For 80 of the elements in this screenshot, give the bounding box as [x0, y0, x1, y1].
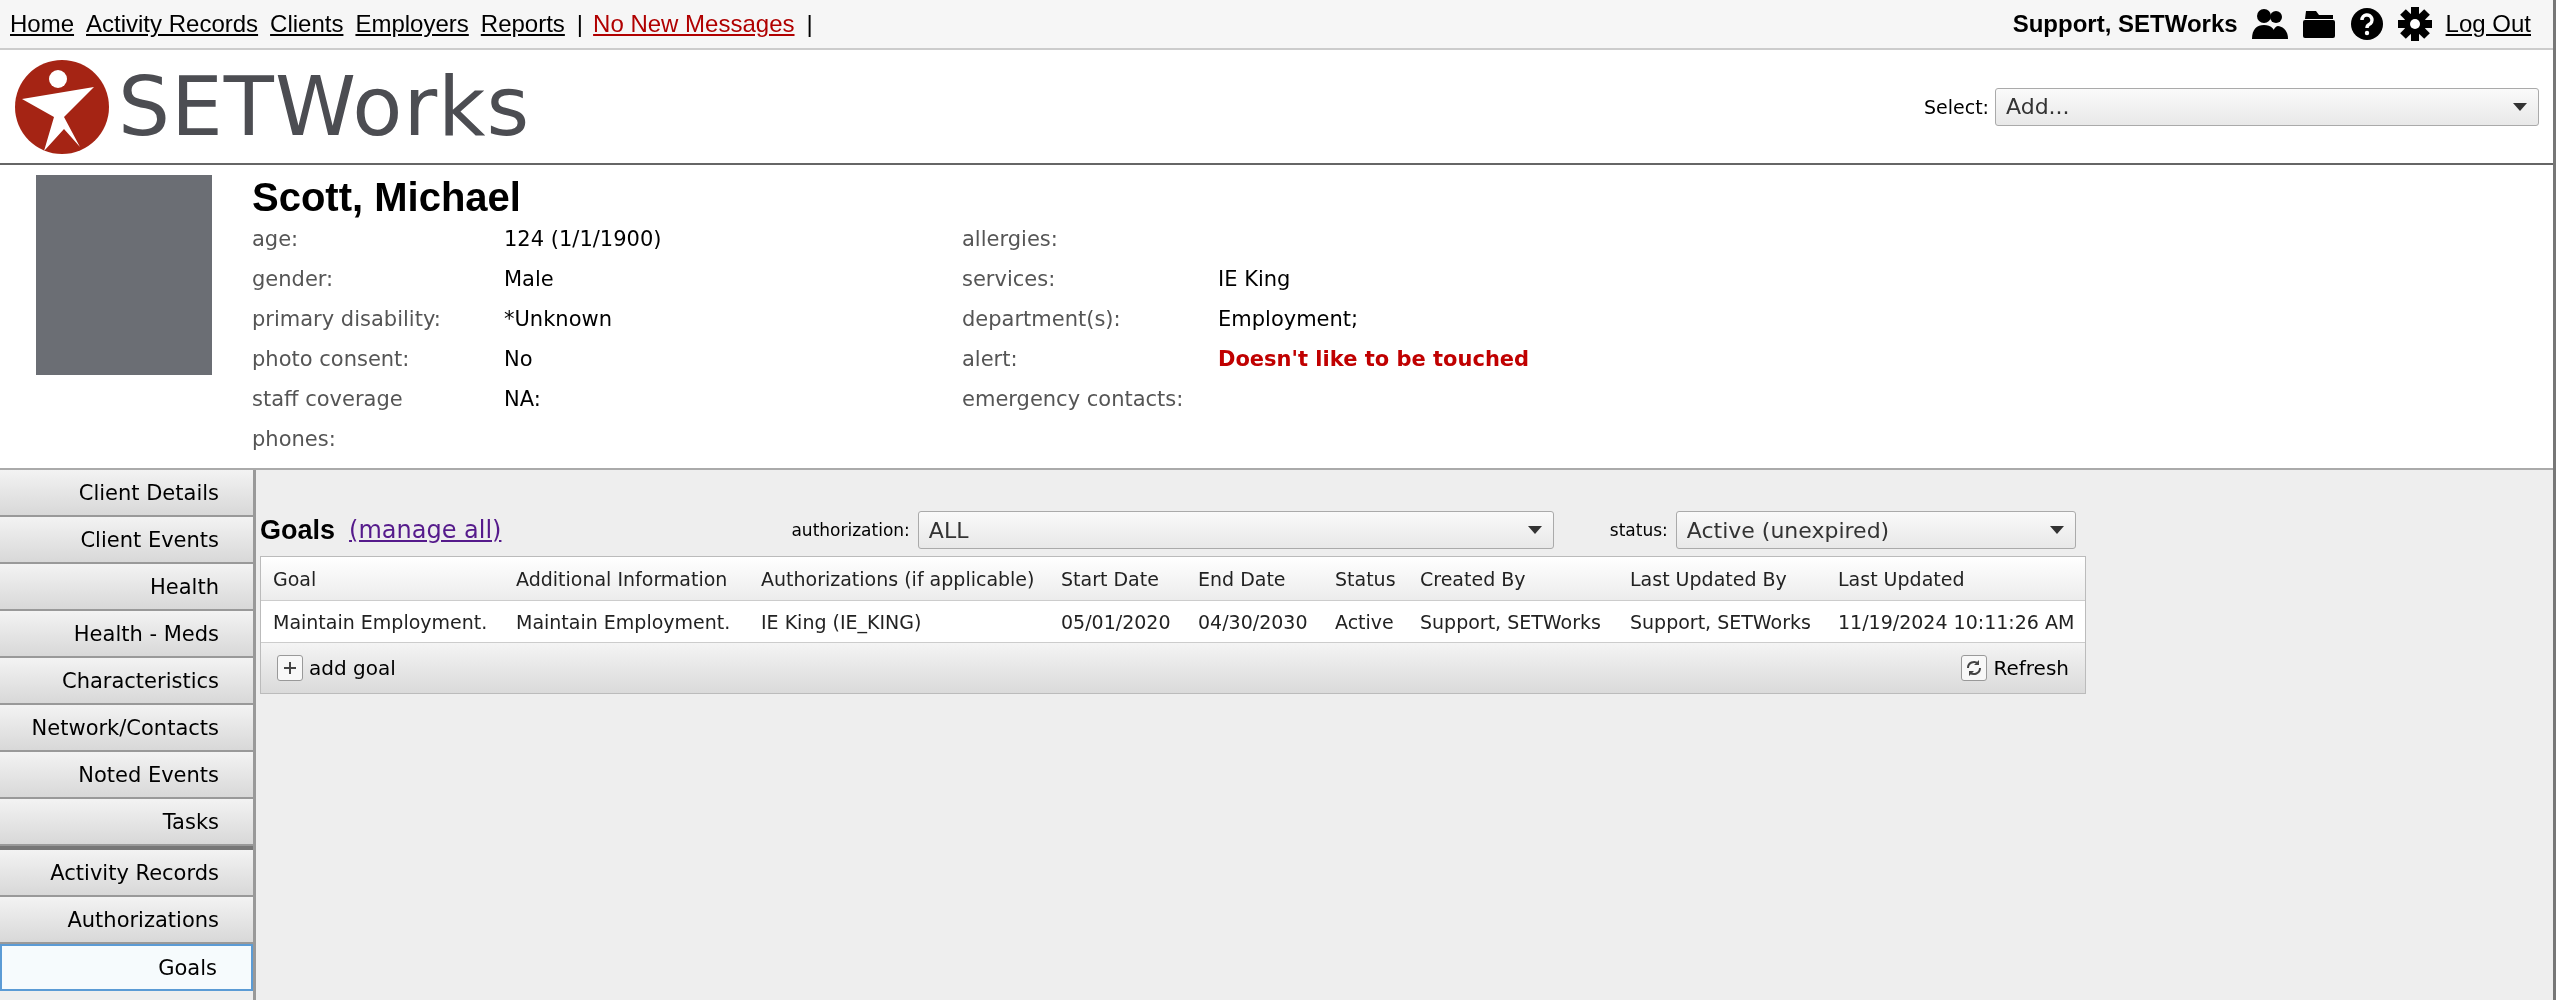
sidebar-tab[interactable]: Goals	[0, 944, 253, 991]
table-cell-text: IE King (IE_KING)	[761, 610, 923, 633]
separator-text: |	[806, 10, 813, 38]
table-cell-text: Maintain Employment.	[516, 610, 732, 633]
sidebar-tab[interactable]: Activity Records	[0, 850, 253, 897]
field-value: 124 (1/1/1900)	[504, 227, 663, 251]
table-cell-text: 11/19/2024 10:11:26 AM	[1838, 610, 2076, 633]
alert-text: Doesn't like to be touched	[1218, 347, 1531, 371]
nav-link[interactable]: Reports	[480, 10, 565, 38]
client-name: Scott, Michael	[252, 175, 522, 219]
select-dropdown[interactable]: Add...	[1995, 87, 2539, 126]
field-label: photo consent:	[252, 347, 411, 371]
field-label: primary disability:	[252, 307, 442, 331]
messages-link[interactable]: No New Messages	[593, 10, 795, 38]
refresh-icon	[1961, 655, 1988, 681]
field-label: emergency contacts:	[962, 387, 1185, 411]
logout-link[interactable]: Log Out	[2445, 10, 2531, 38]
table-cell-text: Active	[1335, 610, 1395, 633]
nav-link[interactable]: Home	[10, 10, 75, 38]
manage-link[interactable]: (manage all)	[349, 516, 502, 544]
select-label: Select:	[1924, 95, 1989, 118]
table-cell-text: Support, SETWorks	[1420, 610, 1602, 633]
sidebar-tab[interactable]: Client Details	[0, 470, 253, 517]
caret-icon	[2512, 101, 2528, 112]
sidebar-tab[interactable]: Noted Events	[0, 752, 253, 799]
field-label: age:	[252, 227, 300, 251]
sidebar-tab[interactable]: Tasks	[0, 799, 253, 846]
column-header: Goal	[273, 567, 318, 590]
column-header: Last Updated By	[1630, 567, 1788, 590]
field-value: IE King	[1218, 267, 1292, 291]
field-label: alert:	[962, 347, 1019, 371]
status-dropdown[interactable]: Active (unexpired)	[1675, 511, 2076, 549]
column-header: Status	[1335, 567, 1397, 590]
caret-icon	[2048, 525, 2065, 535]
column-header: Last Updated	[1838, 567, 1966, 590]
field-value: Male	[504, 267, 555, 291]
field-label: services:	[962, 267, 1057, 291]
field-label: department(s):	[962, 307, 1122, 331]
field-value: *Unknown	[504, 307, 613, 331]
folder-icon[interactable]	[2301, 9, 2336, 39]
authorization-dropdown[interactable]: ALL	[917, 511, 1554, 549]
caret-icon	[1526, 525, 1543, 535]
filter-label: authorization:	[791, 520, 910, 540]
field-label: gender:	[252, 267, 335, 291]
separator-text: |	[576, 10, 584, 38]
field-value: No	[504, 347, 534, 371]
field-label: phones:	[252, 427, 337, 451]
column-header: Additional Information	[516, 567, 729, 590]
settings-icon[interactable]	[2397, 7, 2432, 41]
column-header: Start Date	[1061, 567, 1160, 590]
sidebar-tab[interactable]: Characteristics	[0, 658, 253, 705]
logo-text: SETWorks	[118, 59, 531, 154]
table-cell-text: Maintain Employment.	[273, 610, 489, 633]
field-value: NA:	[504, 387, 542, 411]
column-header: End Date	[1198, 567, 1287, 590]
nav-link[interactable]: Activity Records	[86, 10, 259, 38]
help-icon[interactable]	[2349, 7, 2384, 41]
add-goal-button[interactable]: add goal	[277, 655, 396, 681]
field-label: allergies:	[962, 227, 1059, 251]
refresh-button[interactable]: Refresh	[1961, 655, 2069, 681]
sidebar-tab[interactable]: Health	[0, 564, 253, 611]
sidebar-tab[interactable]: Client Events	[0, 517, 253, 564]
sidebar-tab[interactable]: Network/Contacts	[0, 705, 253, 752]
nav-link[interactable]: Clients	[270, 10, 344, 38]
field-value: Employment;	[1218, 307, 1360, 331]
table-cell-text: 05/01/2020	[1061, 610, 1172, 633]
section-title: Goals	[260, 514, 336, 546]
nav-link[interactable]: Employers	[355, 10, 469, 38]
plus-icon	[277, 655, 303, 681]
user-name: Support, SETWorks	[2012, 10, 2238, 38]
table-cell-text: 04/30/2030	[1198, 610, 1309, 633]
users-icon[interactable]	[2251, 7, 2288, 41]
sidebar-tab[interactable]: Authorizations	[0, 897, 253, 944]
table-cell-text: Support, SETWorks	[1630, 610, 1812, 633]
logo-icon	[14, 58, 110, 155]
filter-label: status:	[1609, 520, 1668, 540]
column-header: Created By	[1420, 567, 1527, 590]
sidebar-tab[interactable]: Health - Meds	[0, 611, 253, 658]
field-label: staff coverage	[252, 387, 404, 411]
column-header: Authorizations (if applicable)	[761, 567, 1036, 590]
